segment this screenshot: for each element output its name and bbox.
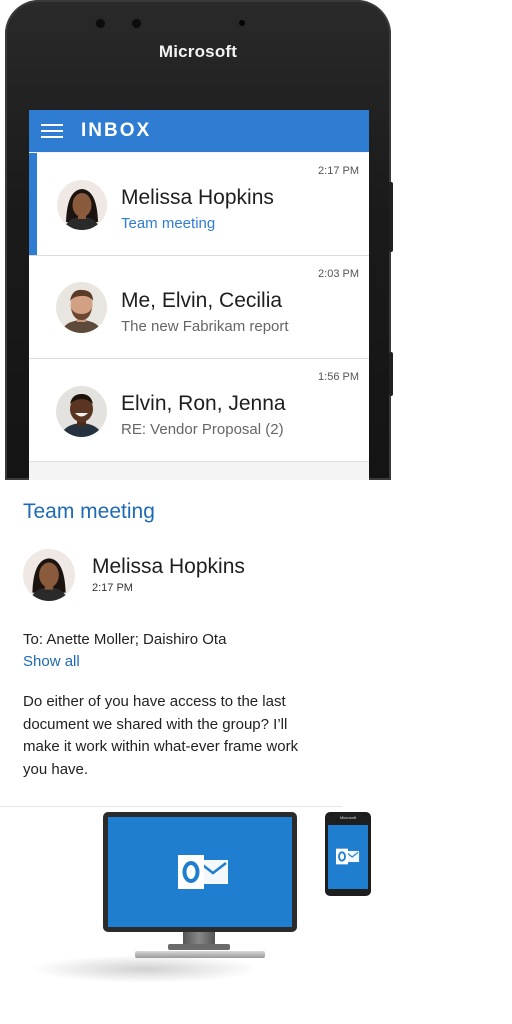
floor-shadow <box>30 955 260 983</box>
message-subject: RE: Vendor Proposal (2) <box>121 421 284 438</box>
mini-phone-device: Microsoft <box>325 812 371 896</box>
inbox-title: INBOX <box>81 120 152 141</box>
show-all-link[interactable]: Show all <box>23 653 80 670</box>
power-button <box>389 352 393 396</box>
sensor-dot <box>96 19 105 28</box>
volume-button <box>389 182 393 252</box>
monitor-display <box>108 817 292 927</box>
earpiece-dot <box>239 20 245 26</box>
email-time: 2:17 PM <box>92 582 133 594</box>
woman-avatar <box>23 549 75 601</box>
phone-screen: INBOX 2:17 PM Melissa Hopkins Team meeti… <box>29 110 369 480</box>
message-sender: Elvin, Ron, Jenna <box>121 392 286 415</box>
front-camera <box>132 19 141 28</box>
message-subject: The new Fabrikam report <box>121 318 289 335</box>
monitor-base <box>168 944 230 950</box>
keyboard <box>135 951 265 958</box>
message-item-melissa[interactable]: 2:17 PM Melissa Hopkins Team meeting <box>29 153 369 256</box>
email-subject: Team meeting <box>23 500 155 523</box>
mini-phone-screen <box>328 825 368 889</box>
app-header: INBOX <box>29 110 369 152</box>
message-sender: Melissa Hopkins <box>121 186 274 209</box>
message-time: 1:56 PM <box>318 371 359 383</box>
message-time: 2:03 PM <box>318 268 359 280</box>
woman-avatar <box>57 180 107 230</box>
desktop-monitor <box>103 812 297 932</box>
message-subject: Team meeting <box>121 215 216 232</box>
bearded-man-avatar <box>56 282 107 333</box>
message-time: 2:17 PM <box>318 165 359 177</box>
email-sender: Melissa Hopkins <box>92 555 245 578</box>
phone-device: Microsoft INBOX 2:17 PM Melissa Hopkins … <box>5 0 391 480</box>
email-recipients: To: Anette Moller; Daishiro Ota <box>23 631 227 648</box>
message-item-elvin-cecilia[interactable]: 2:03 PM Me, Elvin, Cecilia The new Fabri… <box>29 256 369 359</box>
message-sender: Me, Elvin, Cecilia <box>121 289 283 312</box>
smiling-man-avatar <box>56 386 107 437</box>
divider <box>0 806 342 807</box>
outlook-logo-icon <box>336 848 360 865</box>
device-brand: Microsoft <box>158 42 238 61</box>
email-body: Do either of you have access to the last… <box>23 693 299 778</box>
mini-phone-brand: Microsoft <box>339 815 357 820</box>
hamburger-menu-icon[interactable] <box>41 124 63 138</box>
message-item-elvin-ron-jenna[interactable]: 1:56 PM Elvin, Ron, Jenna RE: Vendor Pro… <box>29 359 369 462</box>
outlook-logo-icon <box>178 855 228 889</box>
